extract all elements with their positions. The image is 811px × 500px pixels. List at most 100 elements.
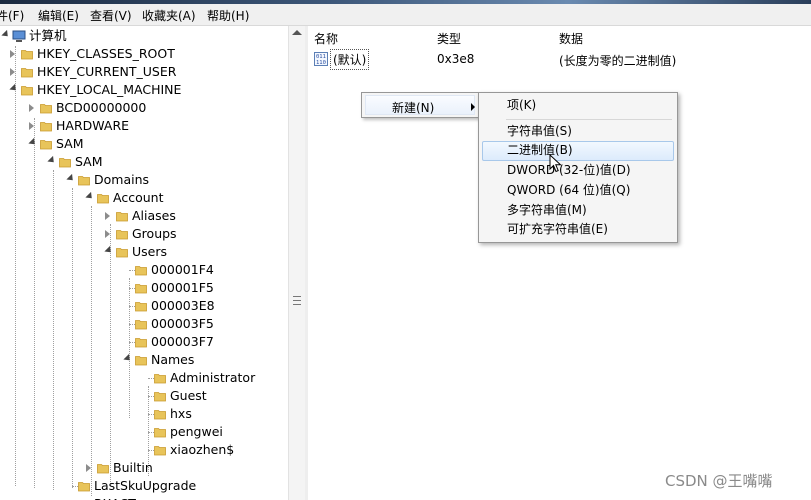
column-header-type[interactable]: 类型: [437, 30, 461, 47]
menu-view[interactable]: 查看(V): [90, 7, 132, 24]
tree-node-label: Users: [132, 244, 168, 259]
submenu-item-expandable-string-value[interactable]: 可扩充字符串值(E): [482, 220, 672, 238]
menu-file[interactable]: 件(F): [0, 7, 24, 24]
tree-node[interactable]: 000003F5: [0, 315, 288, 333]
column-header-name[interactable]: 名称: [314, 30, 338, 47]
tree-node-label: hxs: [170, 406, 192, 421]
menu-edit[interactable]: 编辑(E): [38, 7, 79, 24]
expand-arrow-icon[interactable]: [1, 29, 11, 40]
tree-node[interactable]: LastSkuUpgrade: [0, 477, 288, 495]
collapse-arrow-icon[interactable]: [9, 83, 19, 94]
tree-node[interactable]: xiaozhen$: [0, 441, 288, 459]
tree-node[interactable]: 000001F4: [0, 261, 288, 279]
tree-node[interactable]: SAM: [0, 135, 288, 153]
folder-open-icon: [40, 140, 52, 150]
folder-icon: [135, 302, 147, 312]
submenu-item-key[interactable]: 项(K): [482, 96, 672, 114]
tree-node[interactable]: Builtin: [0, 459, 288, 477]
tree-node[interactable]: pengwei: [0, 423, 288, 441]
tree-node-label: 计算机: [29, 28, 67, 43]
tree-node-label: 000003F7: [151, 334, 214, 349]
collapse-arrow-icon[interactable]: [85, 191, 95, 202]
tree-node-label: HKEY_LOCAL_MACHINE: [37, 82, 182, 97]
folder-icon: [97, 464, 109, 474]
column-header-data[interactable]: 数据: [559, 30, 583, 47]
menu-help[interactable]: 帮助(H): [207, 7, 249, 24]
tree-node[interactable]: HKEY_CLASSES_ROOT: [0, 45, 288, 63]
tree-node[interactable]: Names: [0, 351, 288, 369]
tree-node[interactable]: Guest: [0, 387, 288, 405]
expand-arrow-icon[interactable]: [105, 230, 113, 238]
scroll-up-arrow-icon[interactable]: [292, 30, 302, 35]
tree-node[interactable]: Administrator: [0, 369, 288, 387]
tree-node-label: xiaozhen$: [170, 442, 235, 457]
folder-icon: [154, 428, 166, 438]
tree-node[interactable]: 000003F7: [0, 333, 288, 351]
folder-icon: [135, 266, 147, 276]
watermark: CSDN @王嘴嘴: [665, 472, 773, 490]
folder-icon: [154, 374, 166, 384]
folder-icon: [40, 104, 52, 114]
expand-arrow-icon[interactable]: [10, 50, 18, 58]
submenu-item-multi-string-value[interactable]: 多字符串值(M): [482, 201, 672, 219]
collapse-arrow-icon[interactable]: [66, 173, 76, 184]
tree-node[interactable]: Domains: [0, 171, 288, 189]
menu-favorites[interactable]: 收藏夹(A): [142, 7, 196, 24]
folder-icon: [135, 320, 147, 330]
expand-arrow-icon[interactable]: [29, 104, 37, 112]
tree-node[interactable]: Account: [0, 189, 288, 207]
tree-node-label: 000003E8: [151, 298, 215, 313]
tree-node[interactable]: HKEY_LOCAL_MACHINE: [0, 81, 288, 99]
computer-icon: [12, 30, 26, 42]
mouse-pointer-icon: [549, 154, 562, 173]
svg-text:110: 110: [316, 60, 326, 66]
collapse-arrow-icon[interactable]: [123, 353, 133, 364]
tree-node[interactable]: 000003E8: [0, 297, 288, 315]
tree-node[interactable]: 000001F5: [0, 279, 288, 297]
expand-arrow-icon[interactable]: [86, 464, 94, 472]
tree-node-label: SAM: [75, 154, 103, 169]
tree-node[interactable]: hxs: [0, 405, 288, 423]
value-name-default[interactable]: (默认): [330, 49, 370, 70]
tree-node-label: BCD00000000: [56, 100, 147, 115]
tree-scrollbar[interactable]: [288, 26, 306, 500]
tree-node-label: HKEY_CLASSES_ROOT: [37, 46, 175, 61]
tree-node[interactable]: HKEY_CURRENT_USER: [0, 63, 288, 81]
context-menu: 新建(N): [361, 92, 479, 118]
folder-open-icon: [78, 176, 90, 186]
folder-icon: [21, 50, 33, 60]
folder-icon: [154, 392, 166, 402]
tree-node[interactable]: SAM: [0, 153, 288, 171]
tree-node[interactable]: HARDWARE: [0, 117, 288, 135]
tree-node-label: 000001F5: [151, 280, 214, 295]
tree-node-label: HARDWARE: [56, 118, 130, 133]
context-menu-new[interactable]: 新建(N): [365, 95, 475, 115]
binary-value-icon: 011 110: [314, 52, 328, 66]
value-data: (长度为零的二进制值): [559, 54, 677, 68]
expand-arrow-icon[interactable]: [29, 122, 37, 130]
expand-arrow-icon[interactable]: [10, 68, 18, 76]
folder-open-icon: [97, 194, 109, 204]
expand-arrow-icon[interactable]: [105, 212, 113, 220]
collapse-arrow-icon[interactable]: [104, 245, 114, 256]
context-menu-new-label: 新建(N): [392, 101, 435, 115]
submenu-item-binary-value[interactable]: 二进制值(B): [482, 141, 674, 161]
folder-icon: [116, 230, 128, 240]
tree-node-label: RXACT: [94, 495, 136, 500]
submenu-item-qword-value[interactable]: QWORD (64 位)值(Q): [482, 181, 672, 199]
tree-node[interactable]: Aliases: [0, 207, 288, 225]
registry-tree[interactable]: 计算机 HKEY_CLASSES_ROOT HKEY_CURRENT_USER HKE…: [0, 26, 288, 500]
folder-icon: [78, 482, 90, 492]
tree-node[interactable]: RXACT: [0, 495, 288, 500]
folder-icon: [21, 68, 33, 78]
tree-node[interactable]: BCD00000000: [0, 99, 288, 117]
submenu-item-dword-value[interactable]: DWORD (32-位)值(D): [482, 161, 672, 179]
scroll-grip-icon[interactable]: [293, 296, 301, 305]
collapse-arrow-icon[interactable]: [47, 155, 57, 166]
folder-open-icon: [135, 356, 147, 366]
tree-node-label: Names: [151, 352, 195, 367]
tree-node[interactable]: Groups: [0, 225, 288, 243]
submenu-item-string-value[interactable]: 字符串值(S): [482, 122, 672, 140]
collapse-arrow-icon[interactable]: [28, 137, 38, 148]
tree-node[interactable]: Users: [0, 243, 288, 261]
